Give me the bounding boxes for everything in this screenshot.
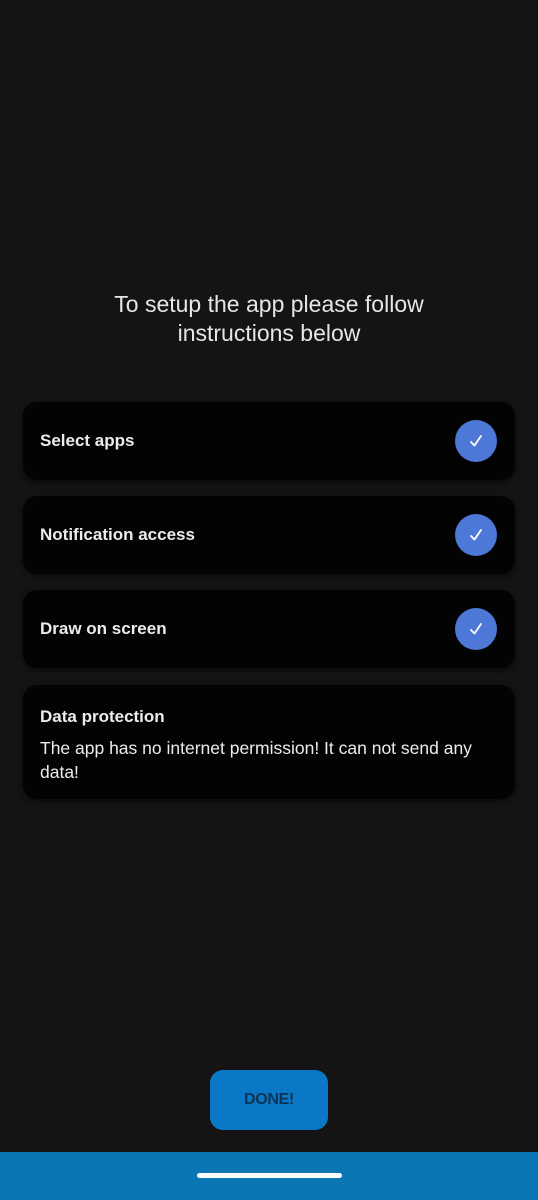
step-card-select-apps[interactable]: Select apps bbox=[23, 402, 515, 480]
check-icon bbox=[455, 514, 497, 556]
step-label: Notification access bbox=[40, 525, 195, 544]
check-icon bbox=[455, 420, 497, 462]
step-label: Draw on screen bbox=[40, 619, 167, 638]
data-protection-card: Data protection The app has no internet … bbox=[23, 685, 515, 799]
data-protection-title: Data protection bbox=[40, 707, 165, 726]
step-card-notification-access[interactable]: Notification access bbox=[23, 496, 515, 574]
home-gesture-handle[interactable] bbox=[197, 1173, 342, 1178]
setup-screen: To setup the app please follow instructi… bbox=[0, 0, 538, 1200]
check-icon bbox=[455, 608, 497, 650]
data-protection-text: The app has no internet permission! It c… bbox=[40, 738, 472, 782]
instructions-line-2: instructions below bbox=[177, 320, 361, 346]
instructions-line-1: To setup the app please follow bbox=[114, 291, 424, 317]
navigation-bar bbox=[0, 1152, 538, 1200]
setup-instructions: To setup the app please follow instructi… bbox=[0, 290, 538, 348]
step-label: Select apps bbox=[40, 431, 135, 450]
step-card-draw-on-screen[interactable]: Draw on screen bbox=[23, 590, 515, 668]
done-button[interactable]: DONE! bbox=[210, 1070, 328, 1130]
